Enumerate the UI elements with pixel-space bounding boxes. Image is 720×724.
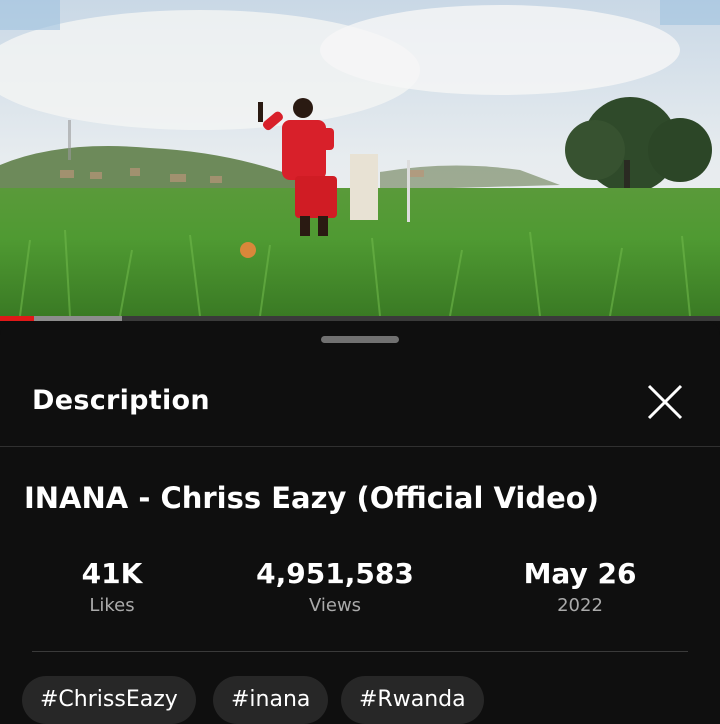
hashtag-chip[interactable]: #ChrissEazy — [22, 676, 196, 724]
views-stat: 4,951,583 Views — [235, 557, 435, 619]
close-icon — [647, 384, 683, 420]
panel-title: Description — [32, 385, 210, 416]
views-count: 4,951,583 — [256, 557, 414, 590]
hashtag-chip[interactable]: #Rwanda — [341, 676, 484, 724]
views-label: Views — [308, 595, 362, 616]
upload-date: May 26 — [523, 557, 637, 590]
close-button[interactable] — [640, 377, 690, 427]
hashtag-chip[interactable]: #inana — [213, 676, 329, 724]
video-player[interactable] — [0, 0, 720, 316]
divider — [0, 446, 720, 447]
description-panel: Description INANA - Chriss Eazy (Officia… — [0, 321, 720, 724]
likes-label: Likes — [89, 595, 135, 616]
video-frame — [0, 0, 720, 316]
video-title: INANA - Chriss Eazy (Official Video) — [24, 481, 599, 515]
likes-stat: 41K Likes — [62, 557, 162, 619]
drag-handle[interactable] — [321, 336, 399, 343]
date-stat: May 26 2022 — [500, 557, 660, 619]
likes-count: 41K — [81, 557, 143, 590]
upload-year: 2022 — [557, 595, 603, 616]
divider — [32, 651, 688, 652]
